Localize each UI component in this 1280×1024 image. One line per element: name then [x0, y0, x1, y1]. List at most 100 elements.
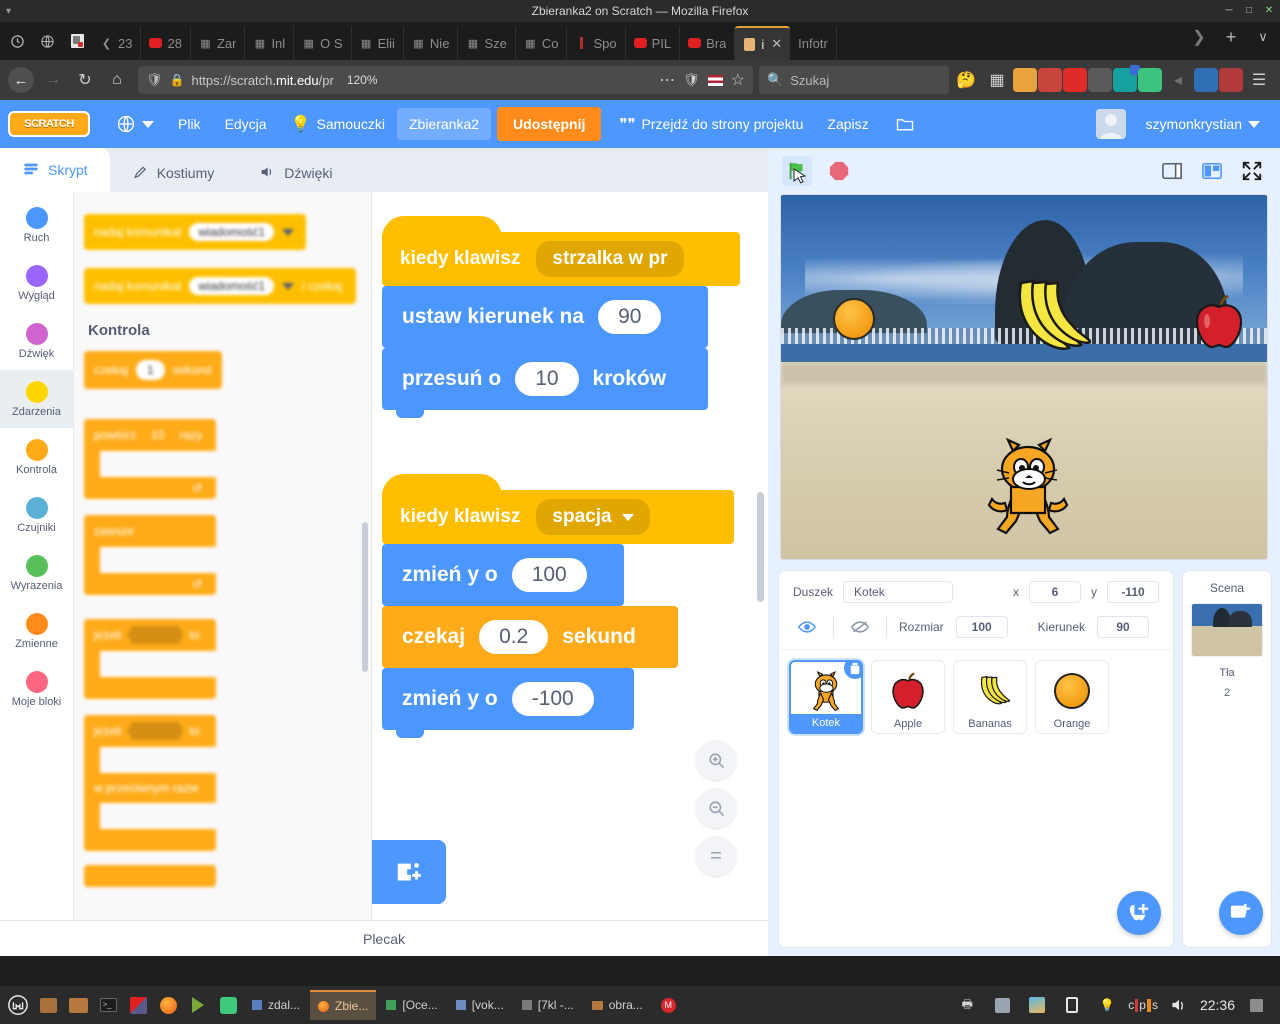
- folder-icon[interactable]: [881, 109, 929, 139]
- boolean-slot[interactable]: [127, 722, 184, 740]
- palette-block-jezeli[interactable]: jeżeli to: [84, 619, 216, 699]
- share-button[interactable]: Udostępnij: [497, 107, 602, 141]
- direction-input[interactable]: 90: [1097, 616, 1150, 638]
- stage-sprite-kotek[interactable]: [979, 435, 1077, 537]
- workspace-zoom-controls[interactable]: =: [696, 740, 736, 876]
- stage-canvas[interactable]: [780, 194, 1268, 560]
- boolean-slot[interactable]: [127, 626, 184, 644]
- block-przesun-o[interactable]: przesuń o 10 kroków: [382, 348, 708, 418]
- language-selector[interactable]: [104, 109, 166, 139]
- menu-icon[interactable]: ☰: [1244, 65, 1274, 95]
- shield-icon[interactable]: 🛡: [146, 72, 163, 88]
- tab-dzwieki[interactable]: Dźwięki: [236, 154, 354, 192]
- globe-icon[interactable]: [32, 26, 62, 56]
- y-input[interactable]: -110: [1107, 581, 1159, 603]
- block-czekaj[interactable]: czekaj 0.2 sekund: [382, 606, 678, 676]
- stage-sprite-bananas[interactable]: [991, 275, 1094, 359]
- forward-button[interactable]: →: [38, 65, 68, 95]
- browser-tab[interactable]: Bra: [680, 26, 736, 60]
- category-dzwiek[interactable]: Dźwięk: [0, 312, 73, 370]
- palette-block-nadaj-czekaj[interactable]: nadaj komunikat wiadomość1 i czekaj: [84, 268, 356, 304]
- update-icon[interactable]: [988, 991, 1016, 1019]
- system-tray[interactable]: 🖶 💡 c p s 22:36: [953, 991, 1276, 1019]
- sprite-card-bananas[interactable]: Bananas: [953, 660, 1027, 734]
- show-sprite-button[interactable]: [793, 615, 821, 639]
- palette-block-dropdown[interactable]: wiadomość1: [189, 277, 275, 295]
- size-input[interactable]: 100: [955, 616, 1008, 638]
- tab-skrypt[interactable]: Skrypt: [0, 148, 110, 192]
- bulb-icon[interactable]: 💡: [1093, 991, 1121, 1019]
- home-button[interactable]: ⌂: [102, 65, 132, 95]
- bookmark-panel-icon[interactable]: [62, 26, 92, 56]
- shotcut-icon[interactable]: [184, 991, 212, 1019]
- script-workspace[interactable]: kiedy klawisz strzalka w pr ustaw kierun…: [372, 192, 768, 956]
- palette-block-czekaj[interactable]: czekaj 1 sekund: [84, 351, 222, 389]
- volume-icon[interactable]: [1165, 991, 1193, 1019]
- taskbar-window-vok[interactable]: [vok...: [448, 990, 512, 1020]
- zoom-level-indicator[interactable]: 120%: [347, 73, 378, 87]
- palette-block-value[interactable]: 10: [142, 426, 173, 444]
- browser-tab[interactable]: ▦ Elii: [352, 26, 404, 60]
- block-value-input[interactable]: -100: [511, 682, 594, 716]
- taskbar-window-mega[interactable]: M: [653, 990, 684, 1020]
- notes-icon[interactable]: [214, 991, 242, 1019]
- hat-block-kiedy-klawisz-2[interactable]: kiedy klawisz spacja: [382, 474, 734, 544]
- linux-mint-icon[interactable]: [4, 991, 32, 1019]
- menu-edit[interactable]: Edycja: [213, 109, 279, 139]
- palette-block-value[interactable]: 1: [136, 360, 165, 380]
- account-menu[interactable]: szymonkrystian: [1134, 109, 1272, 139]
- add-sprite-button[interactable]: [1117, 891, 1161, 935]
- keyboard-indicator[interactable]: c p s: [1128, 998, 1158, 1012]
- palette-block-nadaj[interactable]: nadaj komunikat wiadomość1: [84, 214, 306, 250]
- x-input[interactable]: 6: [1029, 581, 1081, 603]
- pocket-icon[interactable]: [1038, 68, 1062, 92]
- collapse-icon[interactable]: ◂: [1163, 65, 1193, 95]
- hat-block-kiedy-klawisz-1[interactable]: kiedy klawisz strzalka w pr: [382, 216, 740, 286]
- block-zmien-y-minus[interactable]: zmień y o -100: [382, 668, 634, 738]
- browser-tab[interactable]: ❮ 23: [92, 26, 142, 60]
- hat-block-dropdown[interactable]: spacja: [536, 499, 650, 535]
- scratch-logo[interactable]: SCRATCH: [8, 111, 90, 137]
- category-wyglad[interactable]: Wygląd: [0, 254, 73, 312]
- puzzle-icon[interactable]: [1194, 68, 1218, 92]
- block-value-input[interactable]: 10: [515, 362, 579, 396]
- browser-tab[interactable]: ▦ O S: [294, 26, 352, 60]
- firefox-icon[interactable]: [154, 991, 182, 1019]
- menu-file[interactable]: Plik: [166, 109, 213, 139]
- category-zdarzenia[interactable]: Zdarzenia: [0, 370, 73, 428]
- category-moje-bloki[interactable]: Moje bloki: [0, 660, 73, 718]
- titlebar-menu-icon[interactable]: ▾: [6, 6, 11, 17]
- block-zmien-y-plus[interactable]: zmień y o 100: [382, 544, 624, 614]
- browser-tab[interactable]: ▦ Co: [516, 26, 568, 60]
- address-bar[interactable]: 🛡 🔒 https://scratch.mit.edu/pr 120% ⋯ 🛡 …: [138, 66, 753, 94]
- browser-tab[interactable]: PIL: [626, 26, 681, 60]
- pocket-icon[interactable]: 🛡: [683, 72, 700, 88]
- browser-tabstrip[interactable]: ❮ 23 28 ▦ Zar ▦ Inl ▦ O S ▦ Elii ▦ Nie ▦…: [0, 22, 1280, 60]
- search-bar[interactable]: 🔍 Szukaj: [759, 66, 949, 94]
- sprite-list[interactable]: Kotek Apple Bananas Orange: [778, 649, 1174, 948]
- block-value-input[interactable]: 100: [511, 558, 587, 592]
- window-close-button[interactable]: ✕: [1264, 6, 1274, 16]
- bookmark-star-icon[interactable]: ☆: [731, 70, 745, 90]
- sprite-card-kotek[interactable]: Kotek: [789, 660, 863, 734]
- category-wyrazenia[interactable]: Wyrazenia: [0, 544, 73, 602]
- palette-block-powtorz[interactable]: powtórz 10 razy ↺: [84, 419, 216, 499]
- palette-block-jezeli-else[interactable]: jeżeli to w przeciwnym razie: [84, 715, 216, 851]
- stage-sprite-orange[interactable]: [833, 298, 875, 340]
- taskbar-clock[interactable]: 22:36: [1200, 997, 1235, 1013]
- hide-sprite-button[interactable]: [846, 615, 874, 639]
- backdrop-thumbnail[interactable]: [1191, 603, 1263, 657]
- flag-icon[interactable]: [707, 74, 723, 86]
- library-icon[interactable]: 🤔: [951, 65, 981, 95]
- browser-tab[interactable]: ▦ Sze: [458, 26, 516, 60]
- category-czujniki[interactable]: Czujniki: [0, 486, 73, 544]
- backpack-panel[interactable]: Plecak: [0, 920, 768, 956]
- green-flag-button[interactable]: [782, 156, 812, 186]
- show-desktop-icon[interactable]: [1242, 991, 1270, 1019]
- taskbar-window-oce[interactable]: [Oce...: [378, 990, 445, 1020]
- battery-icon[interactable]: [1058, 991, 1086, 1019]
- fullscreen-button[interactable]: [1238, 157, 1266, 185]
- add-backdrop-button[interactable]: [1219, 891, 1263, 935]
- weather-icon[interactable]: [1023, 991, 1051, 1019]
- tab-list-button[interactable]: ∨: [1248, 22, 1278, 52]
